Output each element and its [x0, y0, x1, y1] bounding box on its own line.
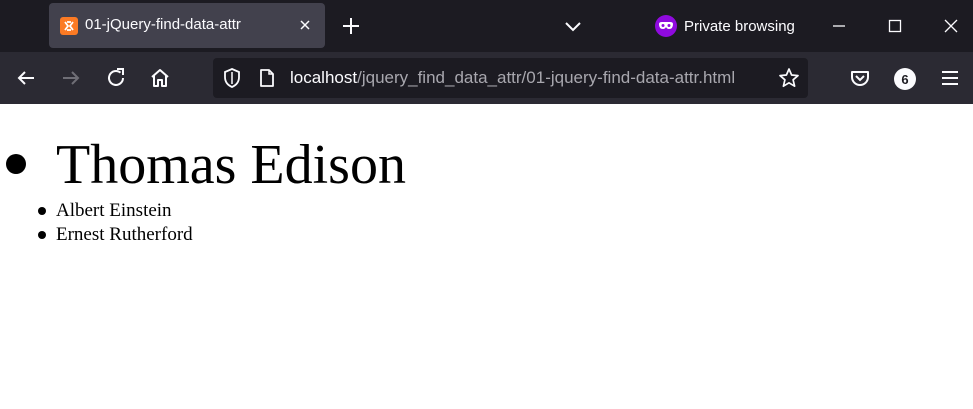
tracking-protection-shield-icon[interactable]: [221, 67, 243, 89]
menu-hamburger-icon[interactable]: [938, 66, 962, 90]
minimize-icon[interactable]: [827, 14, 851, 38]
bullet: [38, 231, 46, 239]
tab-active[interactable]: 01-jQuery-find-data-attr: [49, 3, 325, 48]
private-browsing-label: Private browsing: [684, 17, 795, 35]
page-info-icon[interactable]: [258, 68, 276, 88]
private-browsing-indicator: Private browsing: [655, 14, 795, 38]
navigation-toolbar: localhost/jquery_find_data_attr/01-jquer…: [0, 52, 973, 156]
url-text[interactable]: localhost/jquery_find_data_attr/01-jquer…: [290, 68, 735, 88]
list-item-text: Ernest Rutherford: [56, 224, 193, 245]
page-content: Thomas Edison Albert Einstein Ernest Rut…: [0, 104, 973, 409]
title-bar: 01-jQuery-find-data-attr Private browsin…: [0, 0, 973, 52]
tab-title: 01-jQuery-find-data-attr: [85, 16, 241, 33]
url-path: /jquery_find_data_attr/01-jquery-find-da…: [357, 68, 736, 87]
home-icon[interactable]: [148, 66, 172, 90]
list-item-text: Albert Einstein: [56, 200, 172, 221]
bullet: [6, 154, 26, 174]
list-all-tabs-chevron-down-icon[interactable]: [561, 14, 585, 38]
xampp-icon: [60, 17, 78, 35]
back-arrow-icon[interactable]: [14, 66, 38, 90]
bullet: [38, 207, 46, 215]
maximize-icon[interactable]: [883, 14, 907, 38]
address-bar[interactable]: localhost/jquery_find_data_attr/01-jquer…: [213, 58, 808, 98]
new-tab-icon[interactable]: [339, 14, 363, 38]
private-mask-icon: [655, 15, 677, 37]
bookmark-star-icon[interactable]: [778, 67, 800, 89]
forward-arrow-icon[interactable]: [59, 66, 83, 90]
reload-icon[interactable]: [104, 66, 128, 90]
pocket-icon[interactable]: [848, 66, 872, 90]
url-host: localhost: [290, 68, 358, 87]
list-item-main-text: Thomas Edison: [56, 134, 406, 196]
close-window-icon[interactable]: [939, 14, 963, 38]
tab-close-icon[interactable]: [297, 17, 313, 33]
extension-badge[interactable]: 6: [894, 68, 916, 90]
